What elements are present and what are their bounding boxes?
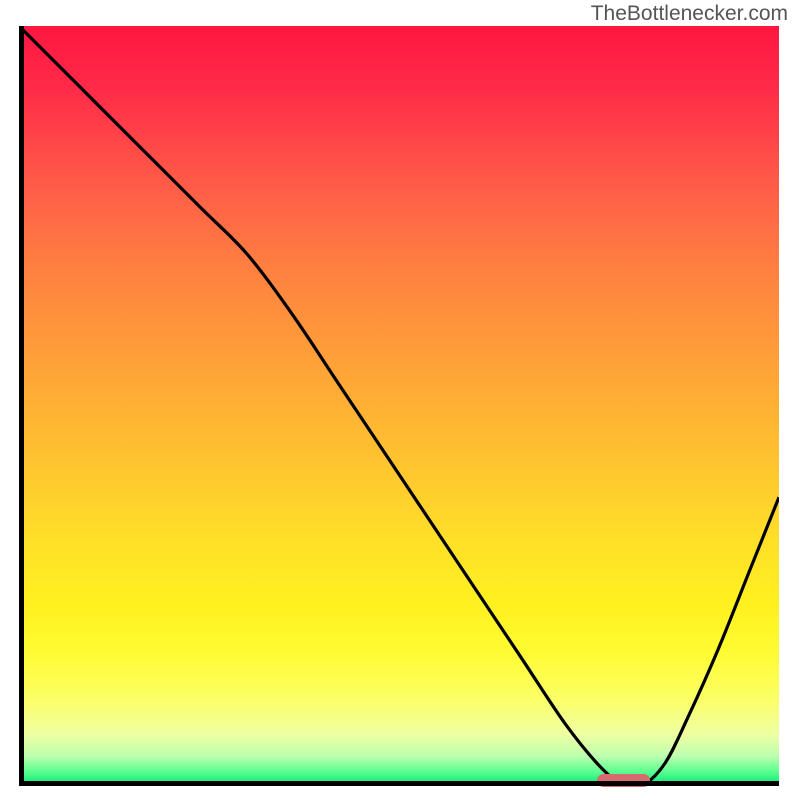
bottleneck-curve xyxy=(19,26,779,786)
plot-area xyxy=(19,26,779,786)
optimal-range-marker xyxy=(597,774,650,787)
watermark-text: TheBottlenecker.com xyxy=(591,2,788,26)
chart-container: TheBottlenecker.com xyxy=(0,0,800,800)
